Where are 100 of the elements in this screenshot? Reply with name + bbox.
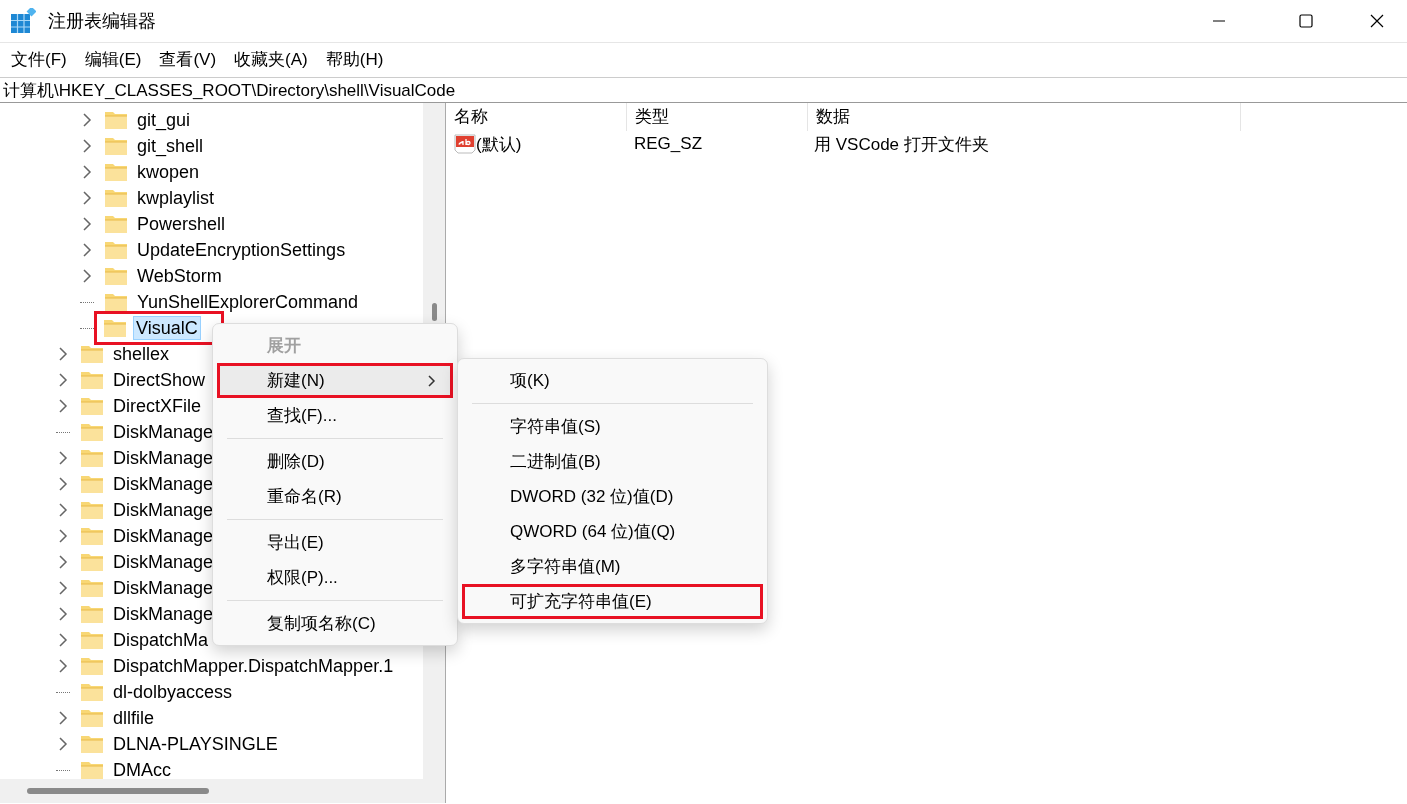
maximize-icon[interactable] (1299, 14, 1313, 28)
menu-bar-item[interactable]: 收藏夹(A) (225, 47, 317, 71)
menu-item[interactable]: 项(K) (462, 363, 763, 398)
tree-item[interactable]: git_shell (134, 134, 207, 158)
registry-icon (10, 8, 36, 34)
chevron-icon[interactable] (56, 371, 70, 389)
menu-item[interactable]: 查找(F)... (217, 398, 453, 433)
tree-item[interactable]: git_gui (134, 108, 194, 132)
menu-item[interactable]: 重命名(R) (217, 479, 453, 514)
chevron-icon[interactable] (80, 163, 94, 181)
tree-item[interactable]: DiskManage (110, 498, 217, 522)
folder-icon (104, 162, 128, 182)
tree-item[interactable]: DiskManage (110, 524, 217, 548)
menu-bar-item[interactable]: 文件(F) (2, 47, 76, 71)
folder-icon (80, 526, 104, 546)
menu-item[interactable]: 二进制值(B) (462, 444, 763, 479)
folder-icon (80, 370, 104, 390)
tree-item[interactable]: DLNA-PLAYSINGLE (110, 732, 281, 756)
tree-item[interactable]: DiskManage (110, 550, 217, 574)
folder-icon (80, 344, 104, 364)
tree-item[interactable]: UpdateEncryptionSettings (134, 238, 349, 262)
menu-bar-item[interactable]: 帮助(H) (316, 47, 393, 71)
tree-item[interactable]: DiskManage (110, 576, 217, 600)
tree-item[interactable]: DirectShow (110, 368, 209, 392)
column-header[interactable]: 名称 (446, 103, 627, 131)
tree-item[interactable]: DispatchMa (110, 628, 212, 652)
menu-item[interactable]: 删除(D) (217, 444, 453, 479)
folder-icon (80, 630, 104, 650)
tree-item[interactable]: shellex (110, 342, 173, 366)
menu-bar-item[interactable]: 查看(V) (150, 47, 226, 71)
folder-icon (104, 136, 128, 156)
chevron-icon[interactable] (56, 657, 70, 675)
address-field[interactable]: 计算机\HKEY_CLASSES_ROOT\Directory\shell\VisualCode (0, 77, 1407, 103)
tree-item[interactable]: DispatchMapper.DispatchMapper.1 (110, 654, 397, 678)
chevron-icon[interactable] (56, 527, 70, 545)
string-value-icon (454, 134, 476, 154)
tree-item[interactable]: Powershell (134, 212, 229, 236)
chevron-icon[interactable] (56, 345, 70, 363)
tree-item[interactable]: dl-dolbyaccess (110, 680, 236, 704)
folder-icon (104, 292, 128, 312)
window-title: 注册表编辑器 (48, 10, 157, 33)
menu-item[interactable]: 字符串值(S) (462, 409, 763, 444)
chevron-icon[interactable] (80, 241, 94, 259)
tree-item[interactable]: VisualC (133, 316, 201, 340)
menu-item[interactable]: 权限(P)... (217, 560, 453, 595)
folder-icon (104, 214, 128, 234)
folder-icon (80, 448, 104, 468)
folder-icon (80, 604, 104, 624)
tree-item[interactable]: DiskManage (110, 602, 217, 626)
column-header[interactable]: 类型 (627, 103, 808, 131)
chevron-icon[interactable] (56, 605, 70, 623)
folder-icon (80, 734, 104, 754)
folder-icon (80, 500, 104, 520)
folder-icon (80, 396, 104, 416)
tree-item[interactable]: kwplaylist (134, 186, 218, 210)
tree-item[interactable]: WebStorm (134, 264, 225, 288)
chevron-icon[interactable] (56, 631, 70, 649)
menu-item[interactable]: 新建(N) (217, 363, 453, 398)
chevron-icon[interactable] (56, 709, 70, 727)
folder-icon (80, 422, 104, 442)
menu-item[interactable]: QWORD (64 位)值(Q) (462, 514, 763, 549)
value-type: REG_SZ (633, 134, 704, 154)
chevron-icon[interactable] (80, 267, 94, 285)
menu-item[interactable]: 可扩充字符串值(E) (462, 584, 763, 619)
tree-item[interactable]: YunShellExplorerCommand (134, 290, 362, 314)
folder-icon (80, 682, 104, 702)
tree-item[interactable]: DiskManage (110, 472, 217, 496)
chevron-icon[interactable] (80, 215, 94, 233)
folder-icon (103, 318, 127, 338)
chevron-icon[interactable] (56, 397, 70, 415)
folder-icon (80, 552, 104, 572)
close-icon[interactable] (1370, 14, 1384, 28)
chevron-icon[interactable] (56, 579, 70, 597)
folder-icon (104, 188, 128, 208)
chevron-icon[interactable] (56, 501, 70, 519)
tree-item[interactable]: DMAcc (110, 758, 174, 779)
menu-item[interactable]: DWORD (32 位)值(D) (462, 479, 763, 514)
chevron-icon[interactable] (56, 449, 70, 467)
folder-icon (104, 240, 128, 260)
chevron-icon[interactable] (80, 137, 94, 155)
horizontal-scrollbar[interactable] (0, 779, 445, 803)
chevron-icon[interactable] (56, 553, 70, 571)
chevron-icon[interactable] (80, 111, 94, 129)
chevron-icon[interactable] (56, 475, 70, 493)
menu-item[interactable]: 多字符串值(M) (462, 549, 763, 584)
column-header[interactable]: 数据 (808, 103, 1241, 131)
menu-item[interactable]: 复制项名称(C) (217, 606, 453, 641)
menu-item[interactable]: 导出(E) (217, 525, 453, 560)
tree-item[interactable]: DirectXFile (110, 394, 204, 418)
folder-icon (80, 578, 104, 598)
menu-bar-item[interactable]: 编辑(E) (75, 47, 151, 71)
tree-item[interactable]: DiskManage (110, 446, 217, 470)
chevron-icon[interactable] (80, 189, 94, 207)
tree-item[interactable]: dllfile (110, 706, 158, 730)
chevron-icon[interactable] (56, 735, 70, 753)
folder-icon (80, 656, 104, 676)
folder-icon (80, 474, 104, 494)
value-name: (默认) (476, 133, 522, 156)
tree-item[interactable]: DiskManage (110, 420, 217, 444)
tree-item[interactable]: kwopen (134, 160, 203, 184)
